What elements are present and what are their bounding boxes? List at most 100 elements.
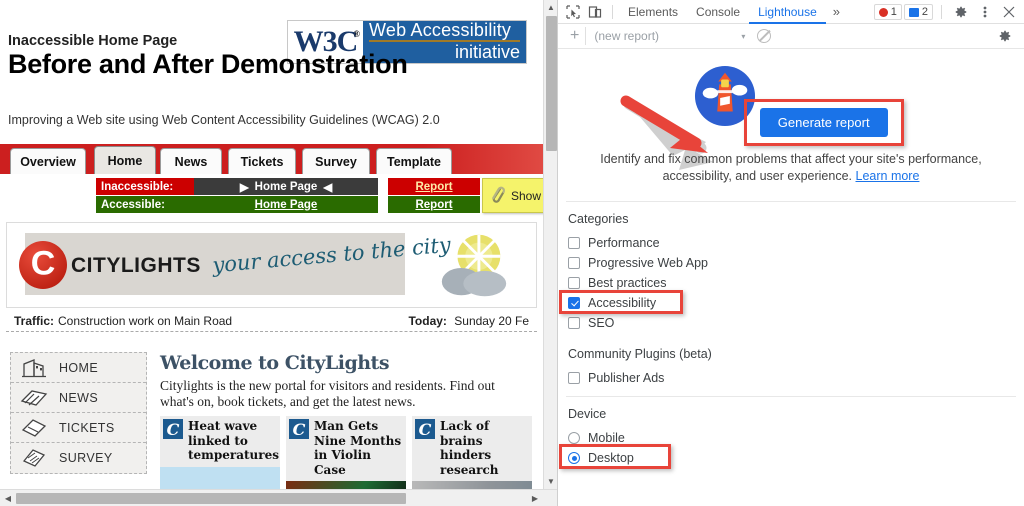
generate-report-button[interactable]: Generate report	[759, 108, 888, 137]
nav-label-home: HOME	[59, 360, 99, 375]
device-desktop[interactable]: Desktop	[559, 444, 1024, 469]
lighthouse-settings-gear-icon[interactable]	[994, 25, 1016, 47]
inaccessible-page-name: Home Page	[254, 180, 318, 193]
device-label-desktop: Desktop	[588, 451, 634, 465]
toolbar-divider	[941, 5, 942, 19]
category-performance[interactable]: Performance	[568, 233, 1024, 253]
category-accessibility[interactable]: Accessibility	[559, 290, 1024, 314]
settings-gear-icon[interactable]	[950, 1, 972, 23]
tab-lighthouse[interactable]: Lighthouse	[749, 0, 826, 24]
categories-section: Categories Performance Progressive Web A…	[558, 202, 1024, 333]
accessible-label: Accessible:	[96, 196, 194, 213]
report-select[interactable]: (new report) ▾	[585, 27, 745, 45]
close-devtools-icon[interactable]	[998, 1, 1020, 23]
horizontal-scroll-thumb[interactable]	[16, 493, 406, 504]
nav-item-home[interactable]: HOME	[11, 353, 146, 383]
nav-item-news[interactable]: NEWS	[11, 383, 146, 413]
checkbox-pwa[interactable]	[568, 257, 580, 269]
radio-mobile[interactable]	[568, 432, 580, 444]
checkbox-publisher-ads[interactable]	[568, 372, 580, 384]
wai-line1: Web Accessibility	[369, 21, 520, 42]
site-tab-tickets[interactable]: Tickets	[228, 148, 296, 174]
learn-more-link[interactable]: Learn more	[856, 169, 920, 183]
accessible-report-link[interactable]: Report	[388, 196, 480, 213]
device-toolbar-icon[interactable]	[584, 1, 606, 23]
scroll-right-icon[interactable]: ▶	[527, 490, 543, 506]
paperclip-icon	[492, 186, 505, 203]
accessible-page-link-wrap[interactable]: Home Page	[194, 196, 378, 213]
registered-mark: ®	[353, 29, 360, 39]
newspaper-icon	[20, 389, 48, 406]
news-card-title: Man Gets Nine Months in Violin Case	[314, 419, 402, 477]
more-options-icon[interactable]	[974, 1, 996, 23]
page-title: Before and After Demonstration	[8, 49, 408, 79]
checkbox-best-practices[interactable]	[568, 277, 580, 289]
clear-all-icon[interactable]	[757, 29, 772, 43]
traffic-label: Traffic:	[14, 313, 55, 328]
accessible-page-link[interactable]: Home Page	[255, 199, 318, 211]
lighthouse-logo-icon	[695, 65, 756, 127]
news-card-title: Lack of brains hinders research	[440, 419, 499, 477]
web-page: W3C ® Web Accessibility initiative Inacc…	[0, 0, 557, 506]
nav-item-survey[interactable]: SURVEY	[11, 443, 146, 473]
vertical-scrollbar[interactable]: ▲ ▼	[543, 0, 557, 489]
lighthouse-description-text: Identify and fix common problems that af…	[600, 152, 982, 183]
checkbox-accessibility[interactable]	[568, 297, 580, 309]
browser-content-pane: W3C ® Web Accessibility initiative Inacc…	[0, 0, 557, 506]
site-tab-home[interactable]: Home	[94, 146, 156, 174]
scroll-up-icon[interactable]: ▲	[544, 0, 557, 15]
checkbox-seo[interactable]	[568, 317, 580, 329]
scroll-down-icon[interactable]: ▼	[544, 474, 557, 489]
device-title: Device	[568, 407, 607, 421]
category-best-practices[interactable]: Best practices	[568, 273, 1024, 293]
category-label-best-practices: Best practices	[588, 276, 667, 290]
site-tab-template[interactable]: Template	[376, 148, 452, 174]
inaccessible-report-link[interactable]: Report	[388, 178, 480, 195]
add-report-icon[interactable]: +	[564, 27, 585, 45]
toolbar-divider	[612, 4, 613, 19]
tab-console[interactable]: Console	[687, 0, 749, 24]
tab-elements[interactable]: Elements	[619, 0, 687, 24]
categories-title: Categories	[568, 212, 629, 226]
vertical-scroll-thumb[interactable]	[546, 16, 557, 151]
plugin-publisher-ads[interactable]: Publisher Ads	[568, 368, 1024, 388]
inaccessible-row: Inaccessible: ▶ Home Page ◀	[96, 178, 378, 195]
nav-item-tickets[interactable]: TICKETS	[11, 413, 146, 443]
category-label-accessibility: Accessibility	[588, 296, 657, 310]
site-tabbar: Overview Home News Tickets Survey Templa…	[0, 144, 543, 174]
citylights-banner: CITYLIGHTS your access to the city	[6, 222, 537, 308]
nav-label-tickets: TICKETS	[59, 420, 115, 435]
device-label-mobile: Mobile	[588, 431, 625, 445]
inspect-element-icon[interactable]	[562, 1, 584, 23]
radio-desktop[interactable]	[568, 452, 580, 464]
lighthouse-toolbar: + (new report) ▾	[558, 24, 1024, 49]
citylights-logo-icon	[19, 241, 67, 289]
device-section: Device Mobile Desktop	[558, 397, 1024, 469]
ticket-icon	[21, 418, 47, 437]
site-tab-overview[interactable]: Overview	[10, 148, 86, 174]
more-tabs-icon[interactable]: »	[826, 4, 847, 19]
category-seo[interactable]: SEO	[568, 313, 1024, 333]
report-select-value: (new report)	[594, 29, 660, 43]
today-value: Sunday 20 Fe	[454, 313, 529, 328]
inaccessible-label: Inaccessible:	[96, 178, 194, 195]
plugins-section: Community Plugins (beta) Publisher Ads	[558, 333, 1024, 388]
warning-count-badge[interactable]: 2	[903, 4, 933, 20]
device-mobile[interactable]: Mobile	[568, 428, 1024, 448]
marker-left-icon: ▶	[239, 181, 249, 194]
site-tab-survey[interactable]: Survey	[302, 148, 370, 174]
nav-label-news: NEWS	[59, 390, 99, 405]
today-block: Today: Sunday 20 Fe	[408, 314, 529, 328]
scroll-left-icon[interactable]: ◀	[0, 490, 16, 506]
category-label-performance: Performance	[588, 236, 660, 250]
card-badge-icon: C	[289, 419, 309, 439]
lighthouse-start-view: Generate report Identify and fix common …	[558, 49, 1024, 185]
devtools-toolbar-right: 1 2	[873, 0, 1020, 24]
horizontal-scrollbar[interactable]: ◀ ▶	[0, 489, 557, 506]
news-card-head: C Heat wave linked to temperatures	[160, 416, 280, 467]
site-tab-news[interactable]: News	[160, 148, 222, 174]
checkbox-performance[interactable]	[568, 237, 580, 249]
error-count-badge[interactable]: 1	[873, 4, 902, 20]
message-icon	[908, 7, 919, 17]
category-pwa[interactable]: Progressive Web App	[568, 253, 1024, 273]
